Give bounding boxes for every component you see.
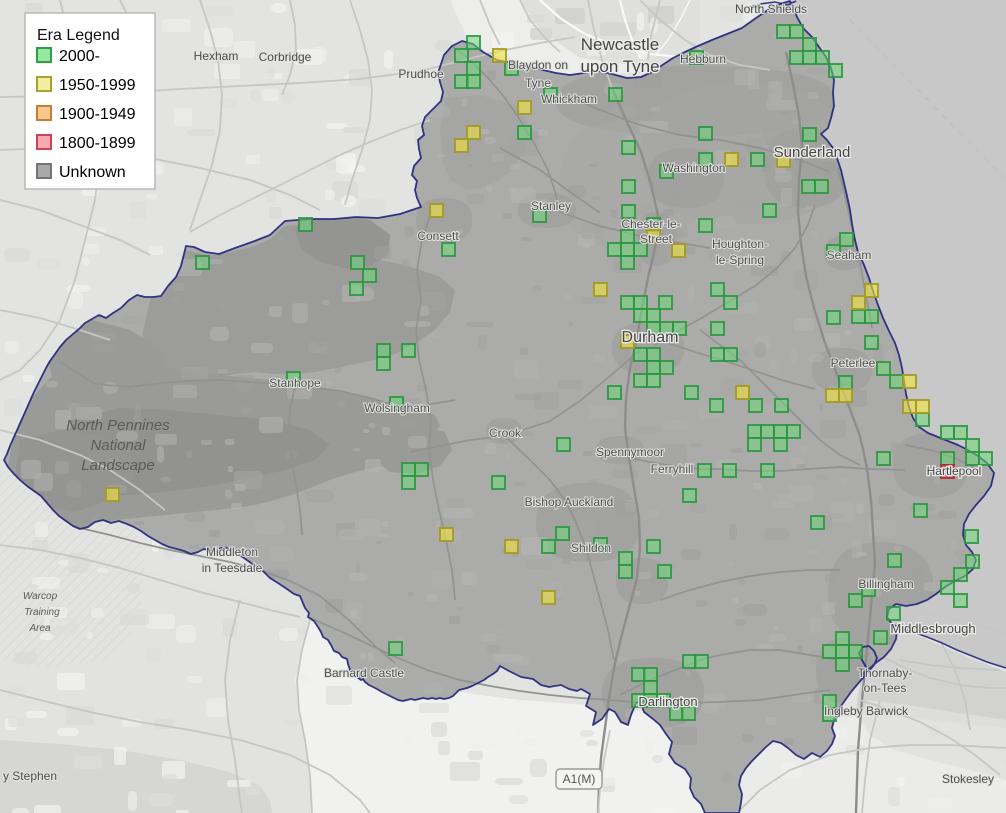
svg-text:Blaydon on: Blaydon on [508, 58, 568, 72]
svg-text:Street: Street [640, 232, 673, 246]
svg-text:Houghton-: Houghton- [712, 237, 768, 251]
svg-text:Warcop: Warcop [23, 591, 58, 602]
svg-text:le-Spring: le-Spring [716, 253, 764, 267]
svg-text:Training: Training [24, 607, 60, 618]
svg-text:Middlesbrough: Middlesbrough [890, 621, 975, 636]
svg-text:Landscape: Landscape [81, 457, 154, 474]
svg-text:North Pennines: North Pennines [66, 417, 170, 434]
svg-text:Chester-le-: Chester-le- [621, 217, 680, 231]
svg-text:Sunderland: Sunderland [774, 144, 851, 161]
svg-text:Hartlepool: Hartlepool [927, 464, 982, 478]
svg-text:Prudhoe: Prudhoe [398, 67, 444, 81]
svg-text:Peterlee: Peterlee [831, 356, 876, 370]
svg-text:Area: Area [28, 623, 51, 634]
svg-text:Ingleby Barwick: Ingleby Barwick [824, 704, 909, 718]
svg-text:1950-1999: 1950-1999 [59, 77, 136, 94]
svg-text:Tyne: Tyne [525, 76, 551, 90]
svg-text:1800-1899: 1800-1899 [59, 135, 136, 152]
svg-text:Shildon: Shildon [571, 541, 611, 555]
svg-text:Barnard Castle: Barnard Castle [324, 666, 404, 680]
svg-text:Thornaby-: Thornaby- [858, 666, 913, 680]
svg-text:upon Tyne: upon Tyne [580, 57, 659, 76]
svg-text:2000-: 2000- [59, 48, 100, 65]
svg-text:on-Tees: on-Tees [864, 681, 907, 695]
svg-text:Stanhope: Stanhope [269, 376, 321, 390]
svg-text:Spennymoor: Spennymoor [596, 445, 664, 459]
svg-text:Billingham: Billingham [858, 577, 913, 591]
svg-text:Wolsingham: Wolsingham [364, 401, 430, 415]
svg-text:Stokesley: Stokesley [942, 772, 994, 786]
svg-text:in Teesdale: in Teesdale [202, 561, 263, 575]
svg-text:Durham: Durham [622, 329, 679, 346]
svg-text:Seaham: Seaham [827, 248, 872, 262]
svg-text:1900-1949: 1900-1949 [59, 106, 136, 123]
svg-text:Washington: Washington [663, 161, 726, 175]
svg-text:Darlington: Darlington [638, 694, 697, 709]
svg-text:Hexham: Hexham [194, 49, 239, 63]
svg-text:Corbridge: Corbridge [259, 50, 312, 64]
svg-text:Crook: Crook [489, 426, 522, 440]
svg-text:Hebburn: Hebburn [680, 52, 726, 66]
svg-text:Ferryhill: Ferryhill [651, 462, 694, 476]
svg-text:Consett: Consett [417, 229, 459, 243]
svg-text:A1(M): A1(M) [563, 772, 596, 786]
svg-text:North Shields: North Shields [735, 2, 807, 16]
svg-text:Unknown: Unknown [59, 164, 126, 181]
svg-text:y Stephen: y Stephen [3, 769, 57, 783]
svg-text:Era Legend: Era Legend [37, 27, 120, 44]
svg-text:Bishop Auckland: Bishop Auckland [525, 495, 614, 509]
svg-text:Middleton: Middleton [206, 545, 258, 559]
svg-text:National: National [90, 437, 146, 454]
svg-text:Newcastle: Newcastle [581, 35, 659, 54]
svg-text:Whickham: Whickham [541, 92, 597, 106]
svg-text:Stanley: Stanley [531, 199, 571, 213]
